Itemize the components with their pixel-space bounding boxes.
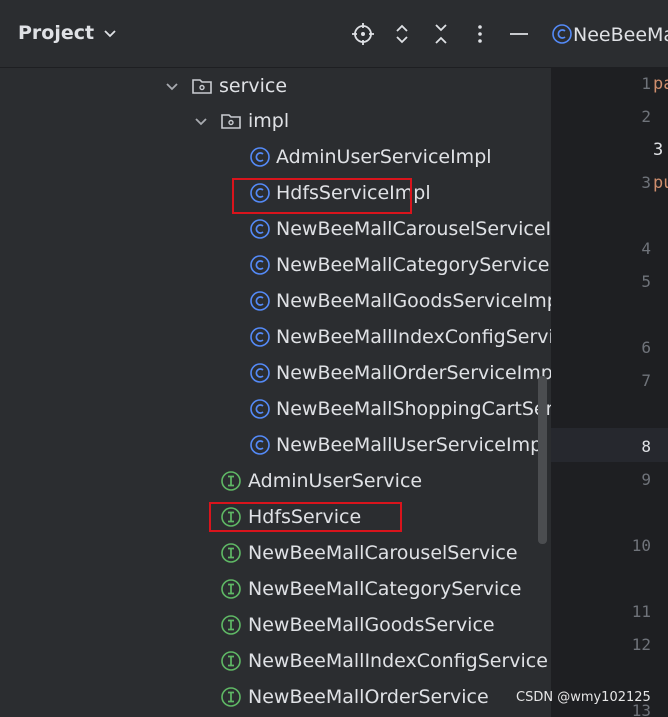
tree-node-interface[interactable]: NewBeeMallCarouselService	[0, 535, 551, 571]
line-number: 12	[631, 635, 651, 654]
highlight-box-hdfs-service-impl	[232, 178, 412, 214]
class-icon	[250, 255, 270, 275]
tree-node-label: NewBeeMallGoodsService	[248, 614, 495, 636]
line-number: 4	[641, 239, 651, 258]
class-icon	[250, 147, 270, 167]
tree-node-class[interactable]: NewBeeMallShoppingCartServ	[0, 391, 551, 427]
tree-node-label: NewBeeMallCategoryService	[248, 578, 522, 600]
tree-scrollbar[interactable]	[538, 376, 547, 544]
class-icon	[552, 24, 572, 44]
hide-panel-button[interactable]	[507, 22, 531, 46]
tree-node-interface[interactable]: AdminUserService	[0, 463, 551, 499]
tree-node-label: NewBeeMallGoodsServiceImp	[276, 290, 551, 312]
interface-icon	[221, 687, 241, 707]
interface-icon	[221, 615, 241, 635]
tree-node-class[interactable]: NewBeeMallGoodsServiceImp	[0, 283, 551, 319]
line-number: 6	[641, 338, 651, 357]
code-fragment[interactable]: pa	[653, 74, 668, 94]
class-icon	[250, 435, 270, 455]
tree-node-label: NewBeeMallCarouselService	[248, 542, 518, 564]
package-folder-icon	[221, 114, 241, 129]
interface-icon	[221, 543, 241, 563]
class-icon	[250, 291, 270, 311]
line-number-active: 8	[641, 437, 651, 456]
code-fragment[interactable]: pu	[653, 173, 668, 193]
line-number: 2	[641, 107, 651, 126]
tree-node-label: NewBeeMallShoppingCartServ	[276, 398, 551, 420]
chevron-down-icon[interactable]	[193, 113, 209, 129]
expand-all-icon	[396, 24, 408, 44]
tree-node-label: NewBeeMallOrderService	[248, 686, 489, 708]
line-number: 7	[641, 371, 651, 390]
line-number: 10	[631, 536, 651, 555]
line-number: 3	[641, 173, 651, 192]
interface-icon	[221, 651, 241, 671]
editor-area: NeeBeeMa 1 2 3 4 5 6 7 8 9 10 11 12 13 p…	[551, 0, 668, 717]
expand-all-button[interactable]	[390, 22, 414, 46]
watermark: CSDN @wmy102125	[516, 690, 651, 705]
locate-file-button[interactable]	[351, 22, 375, 46]
line-number: 9	[641, 470, 651, 489]
class-icon	[250, 327, 270, 347]
tree-node-interface[interactable]: NewBeeMallGoodsService	[0, 607, 551, 643]
more-vertical-icon	[478, 25, 482, 43]
tree-node-label: impl	[248, 110, 290, 132]
tree-node-class[interactable]: NewBeeMallCategoryServiceI	[0, 247, 551, 283]
interface-icon	[221, 471, 241, 491]
tree-node-label: AdminUserService	[248, 470, 423, 492]
class-icon	[250, 219, 270, 239]
code-fragment[interactable]: 3	[653, 140, 663, 160]
editor-tab[interactable]: NeeBeeMa	[551, 0, 668, 68]
tree-node-label: NewBeeMallUserServiceImpl	[276, 434, 548, 456]
chevron-down-icon[interactable]	[164, 78, 180, 94]
line-number: 1	[641, 74, 651, 93]
tree-node-class[interactable]: NewBeeMallOrderServiceImpl	[0, 355, 551, 391]
tree-node-interface[interactable]: NewBeeMallOrderService	[0, 679, 551, 715]
tree-node-class[interactable]: NewBeeMallUserServiceImpl	[0, 427, 551, 463]
project-tree: service impl AdminUserServiceImpl HdfsSe…	[0, 68, 551, 717]
interface-icon	[221, 579, 241, 599]
tree-node-interface[interactable]: NewBeeMallCategoryService	[0, 571, 551, 607]
crosshair-icon	[352, 23, 374, 45]
tree-node-label: NewBeeMallOrderServiceImpl	[276, 362, 551, 384]
tree-node-service[interactable]: service	[0, 68, 551, 104]
tree-node-class[interactable]: NewBeeMallIndexConfigServic	[0, 319, 551, 355]
project-tool-window-header: Project	[0, 0, 551, 68]
tree-node-label: NewBeeMallCategoryServiceI	[276, 254, 551, 276]
project-title: Project	[18, 22, 95, 44]
editor-tab-label: NeeBeeMa	[573, 24, 668, 46]
project-view-selector[interactable]: Project	[18, 22, 118, 44]
chevron-down-icon	[104, 30, 116, 38]
options-button[interactable]	[468, 22, 492, 46]
line-number: 5	[641, 272, 651, 291]
tree-node-label: service	[219, 75, 288, 97]
tree-node-label: NewBeeMallIndexConfigServic	[276, 326, 551, 348]
tree-node-class[interactable]: AdminUserServiceImpl	[0, 139, 551, 175]
tree-node-class[interactable]: NewBeeMallCarouselServiceIm	[0, 211, 551, 247]
class-icon	[250, 399, 270, 419]
tree-node-interface[interactable]: NewBeeMallIndexConfigService	[0, 643, 551, 679]
tree-node-label: AdminUserServiceImpl	[276, 146, 492, 168]
package-folder-icon	[192, 79, 212, 94]
line-number-gutter: 1 2 3 4 5 6 7 8 9 10 11 12 13	[551, 68, 651, 717]
line-number: 11	[631, 602, 651, 621]
tree-node-label: NewBeeMallIndexConfigService	[248, 650, 548, 672]
highlight-box-hdfs-service	[209, 502, 402, 532]
tree-node-label: NewBeeMallCarouselServiceIm	[276, 218, 551, 240]
class-icon	[250, 363, 270, 383]
collapse-all-icon	[435, 24, 447, 44]
tree-node-impl[interactable]: impl	[0, 103, 551, 139]
minimize-icon	[510, 33, 528, 35]
collapse-all-button[interactable]	[429, 22, 453, 46]
